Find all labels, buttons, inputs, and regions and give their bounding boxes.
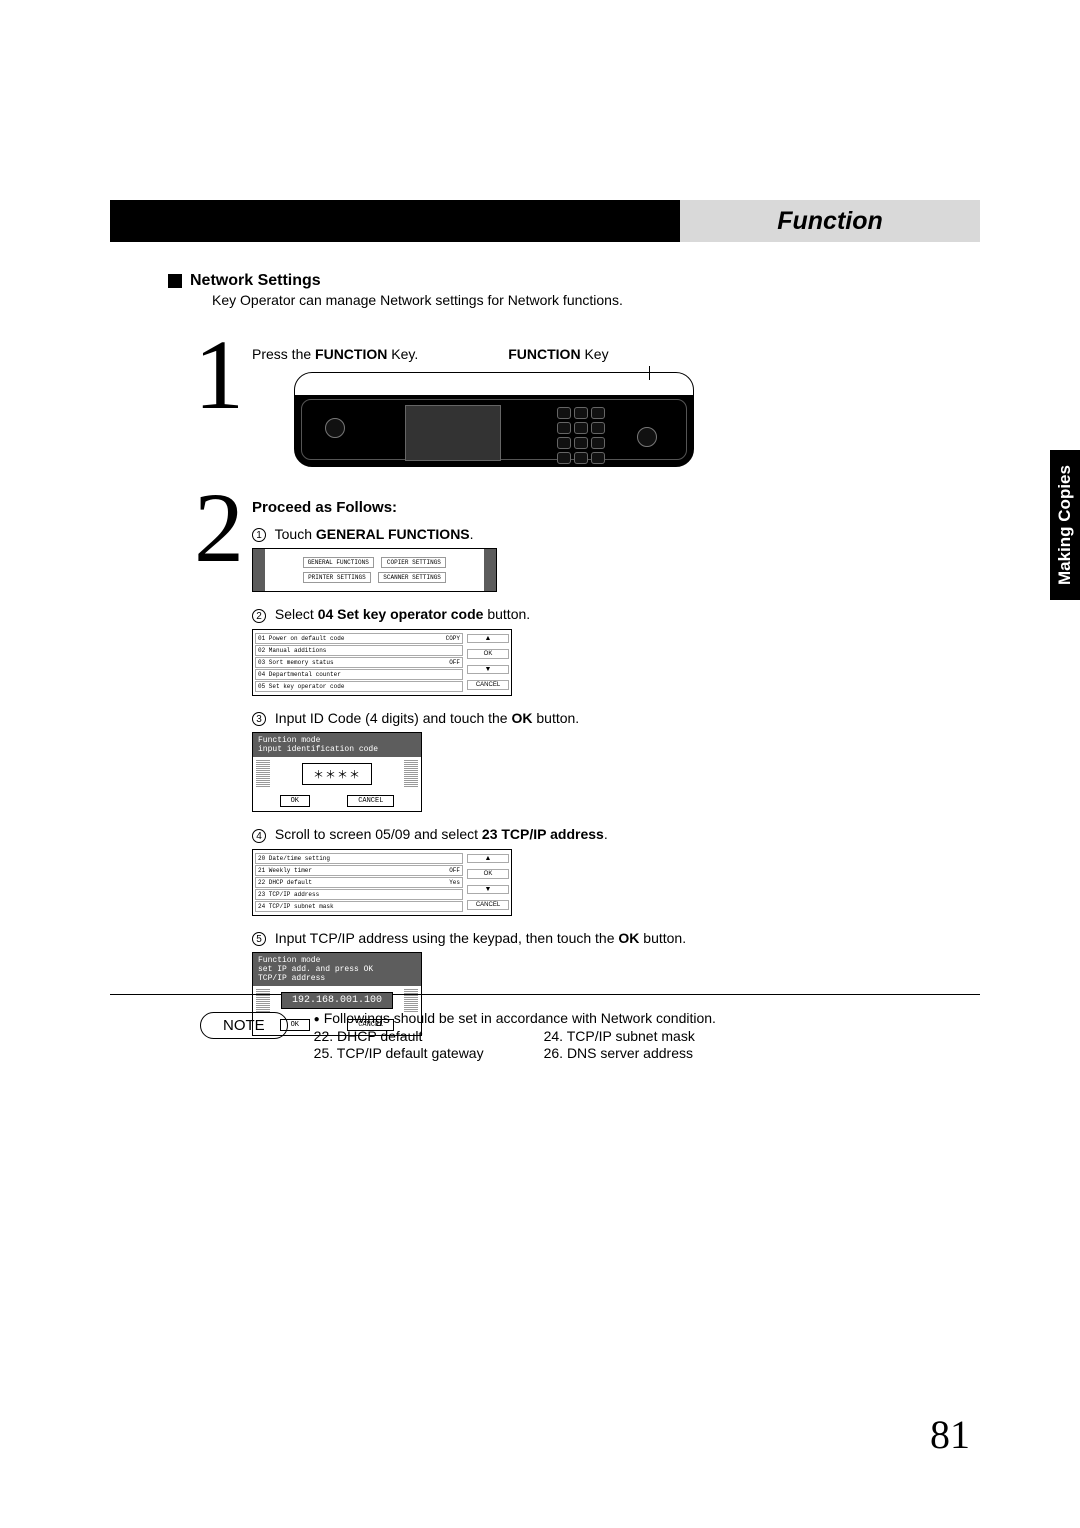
substep-2: 2 Select 04 Set key operator code button…: [252, 606, 948, 695]
step-number-2: 2: [168, 485, 244, 570]
page-title: Function: [777, 207, 883, 236]
list-item: 24 TCP/IP subnet mask: [255, 901, 463, 912]
note-item: 26. DNS server address: [544, 1045, 695, 1061]
up-arrow-icon: ▲: [467, 854, 509, 863]
lcd-line: Function mode: [258, 956, 416, 965]
circled-5-icon: 5: [252, 932, 266, 946]
circled-3-icon: 3: [252, 712, 266, 726]
list-item: 01 Power on default codeCOPY: [255, 633, 463, 644]
down-arrow-icon: ▼: [467, 665, 509, 674]
cancel-label: CANCEL: [467, 680, 509, 690]
panel-screen-icon: [405, 405, 501, 461]
list-item: 20 Date/time setting: [255, 853, 463, 864]
panel-start-button-icon: [637, 427, 657, 447]
circled-2-icon: 2: [252, 609, 266, 623]
list-item: 03 Sort memory statusOFF: [255, 657, 463, 668]
step-1: 1 Press the FUNCTION Key. FUNCTION Key: [168, 332, 948, 467]
note-item: 24. TCP/IP subnet mask: [544, 1028, 695, 1044]
note-label: NOTE: [200, 1012, 288, 1039]
list-item: 04 Departmental counter: [255, 669, 463, 680]
mini-btn: PRINTER SETTINGS: [303, 572, 371, 583]
section-desc: Key Operator can manage Network settings…: [212, 292, 948, 308]
circled-4-icon: 4: [252, 829, 266, 843]
step-number-1: 1: [168, 332, 244, 417]
note-item: 22. DHCP default: [314, 1028, 484, 1044]
callout-line-icon: [649, 366, 650, 380]
list-item: 22 DHCP defaultYes: [255, 877, 463, 888]
list-item: 23 TCP/IP address: [255, 889, 463, 900]
list-item: 21 Weekly timerOFF: [255, 865, 463, 876]
section-heading-row: Network Settings: [168, 272, 948, 290]
mini-btn: GENERAL FUNCTIONS: [303, 557, 374, 568]
page-number: 81: [930, 1411, 970, 1458]
control-panel-illustration: [294, 372, 694, 467]
panel-left-button-icon: [325, 418, 345, 438]
cancel-label: CANCEL: [467, 900, 509, 910]
mini-screen-general-functions: GENERAL FUNCTIONS COPIER SETTINGS PRINTE…: [252, 548, 497, 592]
substep-1: 1 Touch GENERAL FUNCTIONS. GENERAL FUNCT…: [252, 526, 948, 592]
mini-btn: SCANNER SETTINGS: [378, 572, 446, 583]
list-item: 02 Manual additions: [255, 645, 463, 656]
mini-btn: COPIER SETTINGS: [381, 557, 446, 568]
lcd-line: input identification code: [258, 745, 416, 754]
lcd-ok: OK: [280, 795, 310, 807]
note-item: 25. TCP/IP default gateway: [314, 1045, 484, 1061]
horizontal-rule: [110, 994, 980, 995]
ok-label: OK: [467, 869, 509, 879]
lcd-line: TCP/IP address: [258, 974, 416, 983]
note-section: NOTE ●Followings should be set in accord…: [200, 1010, 970, 1062]
square-bullet-icon: [168, 274, 182, 288]
function-key-callout: FUNCTION Key: [508, 346, 608, 362]
side-tab-making-copies: Making Copies: [1050, 450, 1080, 600]
circled-1-icon: 1: [252, 528, 266, 542]
substep-3: 3 Input ID Code (4 digits) and touch the…: [252, 710, 948, 813]
panel-keypad-icon: [557, 407, 617, 464]
header-dark: [110, 200, 680, 242]
content: Network Settings Key Operator can manage…: [168, 272, 948, 1058]
step1-instruction: Press the FUNCTION Key.: [252, 346, 418, 362]
down-arrow-icon: ▼: [467, 885, 509, 894]
mini-screen-tcpip: 20 Date/time setting 21 Weekly timerOFF …: [252, 849, 512, 916]
lcd-id-code: Function mode input identification code …: [252, 732, 422, 812]
lcd-line: Function mode: [258, 736, 416, 745]
lcd-field: ＊＊＊＊: [302, 763, 372, 785]
lcd-line: set IP add. and press OK: [258, 965, 416, 974]
lcd-field-ip: 192.168.001.100: [281, 992, 393, 1009]
lcd-cancel: CANCEL: [347, 795, 394, 807]
header-band: Function: [110, 200, 980, 242]
mini-screen-operator-code: 01 Power on default codeCOPY 02 Manual a…: [252, 629, 512, 696]
substep-4: 4 Scroll to screen 05/09 and select 23 T…: [252, 826, 948, 915]
up-arrow-icon: ▲: [467, 634, 509, 643]
step-2: 2 Proceed as Follows: 1 Touch GENERAL FU…: [168, 485, 948, 1046]
step2-heading: Proceed as Follows:: [252, 499, 948, 516]
ok-label: OK: [467, 649, 509, 659]
note-lead: ●Followings should be set in accordance …: [314, 1010, 755, 1026]
section-title: Network Settings: [190, 272, 321, 290]
list-item: 05 Set key operator code: [255, 681, 463, 692]
header-light: Function: [680, 200, 980, 242]
